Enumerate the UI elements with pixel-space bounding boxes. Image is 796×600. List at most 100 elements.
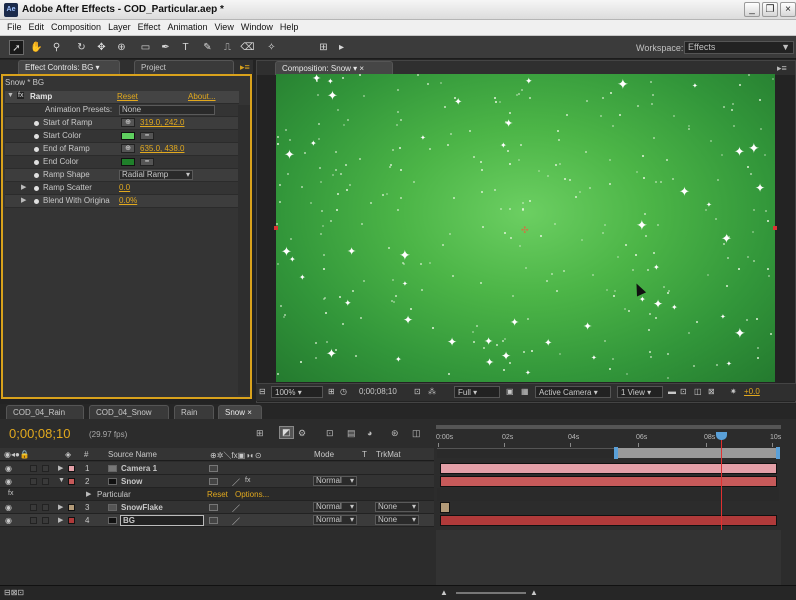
stopwatch-icon[interactable]: [34, 173, 39, 178]
label-color-icon[interactable]: [68, 465, 75, 472]
fx-badge[interactable]: fx: [17, 92, 25, 99]
source-name-header[interactable]: Source Name: [108, 450, 157, 459]
ec-param-value[interactable]: 635.0, 438.0: [140, 144, 184, 153]
live-update-icon[interactable]: ◩: [279, 426, 294, 439]
transparency-grid-icon[interactable]: ▦: [521, 387, 529, 396]
flowchart-icon[interactable]: ⊠: [708, 387, 715, 396]
always-preview-icon[interactable]: ⊟: [259, 387, 266, 396]
solo-box[interactable]: [30, 504, 37, 511]
eye-icon[interactable]: ◉: [5, 464, 12, 473]
layer-name[interactable]: BG: [120, 515, 204, 526]
work-area-bar[interactable]: [617, 448, 777, 458]
zoom-slider[interactable]: [456, 592, 526, 594]
shy-switch[interactable]: [209, 478, 218, 485]
effect-options-link[interactable]: Options...: [235, 490, 269, 499]
crosshair-icon[interactable]: ⊕: [121, 118, 135, 127]
eyedropper-icon[interactable]: ━: [140, 158, 154, 166]
stopwatch-icon[interactable]: [34, 134, 39, 139]
color-swatch[interactable]: [121, 158, 135, 166]
presets-dropdown[interactable]: None: [119, 105, 215, 115]
layer-row[interactable]: ◉ ▶ 1 Camera 1: [0, 462, 434, 475]
layer-duration-bar[interactable]: [440, 476, 777, 487]
trkmat-dropdown[interactable]: None ▾: [375, 502, 419, 512]
draft-3d-icon[interactable]: ⚙: [298, 428, 306, 439]
color-swatch[interactable]: [121, 132, 135, 140]
fast-preview-icon[interactable]: ⊡: [680, 387, 687, 396]
grid-icon[interactable]: ⊞: [328, 387, 335, 396]
label-color-icon[interactable]: [68, 478, 75, 485]
toggle-pixel-icon[interactable]: ▬: [668, 387, 676, 396]
zoom-tool-icon[interactable]: ⚲: [49, 40, 64, 55]
tab-composition[interactable]: Composition: Snow ▾ ×: [275, 61, 393, 75]
effect-row[interactable]: fx ▶ Particular Reset Options...: [0, 488, 434, 501]
hand-tool-icon[interactable]: ✋: [29, 40, 44, 55]
exposure-value[interactable]: +0.0: [744, 387, 760, 396]
timeline-tab-cod-04-rain[interactable]: COD_04_Rain: [6, 405, 84, 419]
views-dropdown[interactable]: 1 View ▾: [617, 386, 663, 398]
exposure-icon[interactable]: ✷: [730, 387, 737, 396]
maximize-icon[interactable]: ❐: [762, 2, 778, 17]
effect-about-link[interactable]: About...: [188, 92, 216, 101]
close-icon[interactable]: ×: [780, 2, 796, 17]
hide-shy-icon[interactable]: ⊡: [326, 428, 334, 439]
shy-switch[interactable]: [209, 504, 218, 511]
tab-project[interactable]: Project: [134, 60, 234, 74]
channel-icon[interactable]: ⁂: [428, 387, 436, 396]
crosshair-icon[interactable]: ⊕: [121, 144, 135, 153]
mode-dropdown[interactable]: Normal ▾: [313, 502, 357, 512]
layer-row[interactable]: ◉ ▶ 3 SnowFlake ／ Normal ▾ None ▾: [0, 501, 434, 514]
quality-switch-icon[interactable]: ／: [232, 477, 240, 488]
eye-icon[interactable]: ◉: [5, 516, 12, 525]
frame-blending-icon[interactable]: ▤: [347, 428, 356, 439]
shy-switch[interactable]: [209, 465, 218, 472]
twirl-right-icon[interactable]: ▶: [21, 196, 26, 204]
zoom-in-icon[interactable]: ▲: [530, 588, 538, 597]
layer-name[interactable]: Camera 1: [121, 464, 157, 473]
twirl-right-icon[interactable]: ▶: [21, 183, 26, 191]
twirl-right-icon[interactable]: ▶: [58, 503, 63, 511]
layer-row[interactable]: ◉ ▶ 4 BG ／ Normal ▾ None ▾: [0, 514, 434, 527]
resolution-dropdown[interactable]: Full ▾: [454, 386, 500, 398]
stopwatch-icon[interactable]: [34, 199, 39, 204]
label-color-icon[interactable]: [68, 504, 75, 511]
stopwatch-icon[interactable]: [34, 121, 39, 126]
quality-switch-icon[interactable]: ／: [232, 516, 240, 527]
axis-mode-icon[interactable]: ⊞: [316, 40, 331, 55]
lock-box[interactable]: [42, 478, 49, 485]
clone-stamp-icon[interactable]: ⎍: [220, 40, 235, 55]
ec-scrollbar[interactable]: [238, 105, 250, 395]
stopwatch-icon[interactable]: [34, 147, 39, 152]
graph-editor-icon[interactable]: ◫: [412, 428, 421, 439]
menu-file[interactable]: File: [7, 20, 22, 32]
solo-box[interactable]: [30, 517, 37, 524]
layer-row[interactable]: ◉ ▼ 2 Snow ／ fx Normal ▾: [0, 475, 434, 488]
layer-handle-right[interactable]: [773, 226, 777, 230]
timeline-tab-rain[interactable]: Rain: [174, 405, 214, 419]
tab-effect-controls[interactable]: Effect Controls: BG ▾: [18, 60, 120, 74]
timeline-tab-cod-04-snow[interactable]: COD_04_Snow: [89, 405, 169, 419]
shy-switch[interactable]: [209, 517, 218, 524]
zoom-out-icon[interactable]: ▲: [440, 588, 448, 597]
snap-icon[interactable]: ▸: [334, 40, 349, 55]
snapshot-icon[interactable]: ◷: [340, 387, 347, 396]
ec-param-value[interactable]: 319.0, 242.0: [140, 118, 184, 127]
motion-blur-icon[interactable]: ◕: [367, 428, 372, 438]
menu-layer[interactable]: Layer: [108, 20, 131, 32]
layer-name[interactable]: SnowFlake: [121, 503, 163, 512]
pan-behind-icon[interactable]: ⊕: [114, 40, 129, 55]
fx-switch-icon[interactable]: fx: [245, 477, 250, 484]
effect-reset-link[interactable]: Reset: [117, 92, 138, 101]
quality-switch-icon[interactable]: ／: [232, 503, 240, 514]
mode-dropdown[interactable]: Normal ▾: [313, 476, 357, 486]
timeline-timecode[interactable]: 0;00;08;10: [9, 426, 70, 441]
stopwatch-icon[interactable]: [34, 160, 39, 165]
timeline-icon[interactable]: ◫: [694, 387, 702, 396]
pen-tool-icon[interactable]: ✒: [158, 40, 173, 55]
twirl-right-icon[interactable]: ▶: [86, 490, 91, 498]
menu-effect[interactable]: Effect: [138, 20, 161, 32]
layer-duration-bar[interactable]: [440, 463, 777, 474]
work-area-start-handle[interactable]: [614, 447, 618, 459]
menu-composition[interactable]: Composition: [51, 20, 101, 32]
camera-tool-icon[interactable]: ✥: [94, 40, 109, 55]
effect-reset-link[interactable]: Reset: [207, 490, 228, 499]
